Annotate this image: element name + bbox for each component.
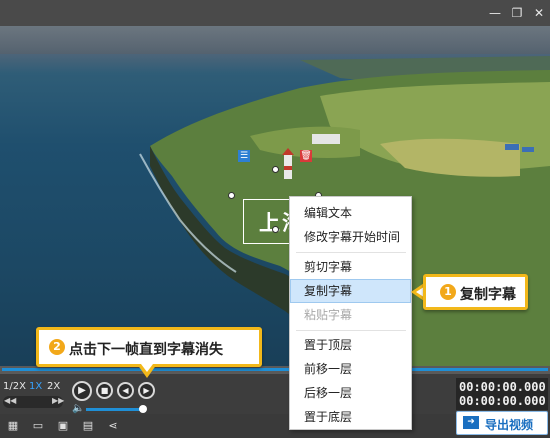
resize-handle-bottom[interactable]	[272, 226, 279, 233]
save-as-icon[interactable]: ▤	[81, 419, 95, 433]
title-bar: — ❐ ✕	[0, 0, 550, 26]
menu-item-change-start-time[interactable]: 修改字幕开始时间	[290, 225, 411, 249]
step-text-2: 点击下一帧直到字幕消失	[69, 342, 223, 358]
speed-normal[interactable]: 1X	[29, 381, 42, 395]
callout-next-frame: 2 点击下一帧直到字幕消失	[36, 327, 262, 367]
export-icon: ➜	[463, 416, 479, 429]
menu-item-send-backward[interactable]: 后移一层	[290, 381, 411, 405]
stop-button[interactable]: ■	[96, 382, 113, 399]
menu-item-cut[interactable]: 剪切字幕	[290, 255, 411, 279]
resize-handle-left[interactable]	[228, 192, 235, 199]
current-time: 00:00:00.000	[459, 380, 546, 394]
menu-item-bring-forward[interactable]: 前移一层	[290, 357, 411, 381]
step-text-1: 复制字幕	[460, 287, 516, 303]
speed-double[interactable]: 2X	[47, 381, 60, 395]
export-video-label: 导出视频	[485, 418, 534, 432]
restore-icon[interactable]: ❐	[508, 4, 526, 22]
rotate-handle[interactable]	[272, 166, 279, 173]
export-video-button[interactable]: ➜ 导出视频	[456, 411, 548, 435]
minimize-icon[interactable]: —	[486, 4, 504, 22]
rewind-icon[interactable]: ◀◀	[4, 396, 16, 405]
play-button[interactable]: ▶	[72, 381, 92, 401]
edit-icon[interactable]: ☰	[238, 150, 250, 162]
delete-icon[interactable]: 🗑	[300, 150, 312, 162]
menu-item-paste: 粘贴字幕	[304, 308, 353, 322]
progress-bar[interactable]	[2, 368, 548, 371]
callout-copy-subtitle: 1 复制字幕	[423, 274, 528, 310]
subtitle-icon[interactable]: ▦	[6, 419, 20, 433]
menu-separator	[296, 330, 406, 331]
step-number-1: 1	[440, 284, 456, 300]
close-icon[interactable]: ✕	[530, 4, 548, 22]
fastforward-icon[interactable]: ▶▶	[52, 396, 64, 405]
context-menu: 编辑文本 修改字幕开始时间 剪切字幕 复制字幕 粘贴字幕 置于顶层 前移一层 后…	[289, 196, 412, 430]
menu-separator	[296, 252, 406, 253]
volume-slider[interactable]	[86, 408, 142, 411]
save-icon[interactable]: ▣	[56, 419, 70, 433]
step-number-2: 2	[49, 339, 65, 355]
menu-item-copy[interactable]: 复制字幕	[290, 279, 411, 303]
menu-item-send-to-back[interactable]: 置于底层	[290, 405, 411, 429]
volume-icon[interactable]: 🔈	[72, 403, 84, 414]
share-icon[interactable]: ⋖	[106, 419, 120, 433]
next-frame-button[interactable]: ▶	[138, 382, 155, 399]
callout-pointer-2	[137, 364, 157, 378]
total-time: 00:00:00.000	[459, 394, 546, 408]
video-preview[interactable]: 上海 ☰ 🗑	[0, 26, 550, 366]
speed-half[interactable]: 1/2X	[3, 381, 26, 395]
menu-item-edit-text[interactable]: 编辑文本	[290, 201, 411, 225]
volume-knob[interactable]	[139, 405, 147, 413]
menu-item-bring-to-front[interactable]: 置于顶层	[290, 333, 411, 357]
prev-frame-button[interactable]: ◀	[117, 382, 134, 399]
coastline-scene	[139, 56, 550, 366]
folder-icon[interactable]: ▭	[31, 419, 45, 433]
